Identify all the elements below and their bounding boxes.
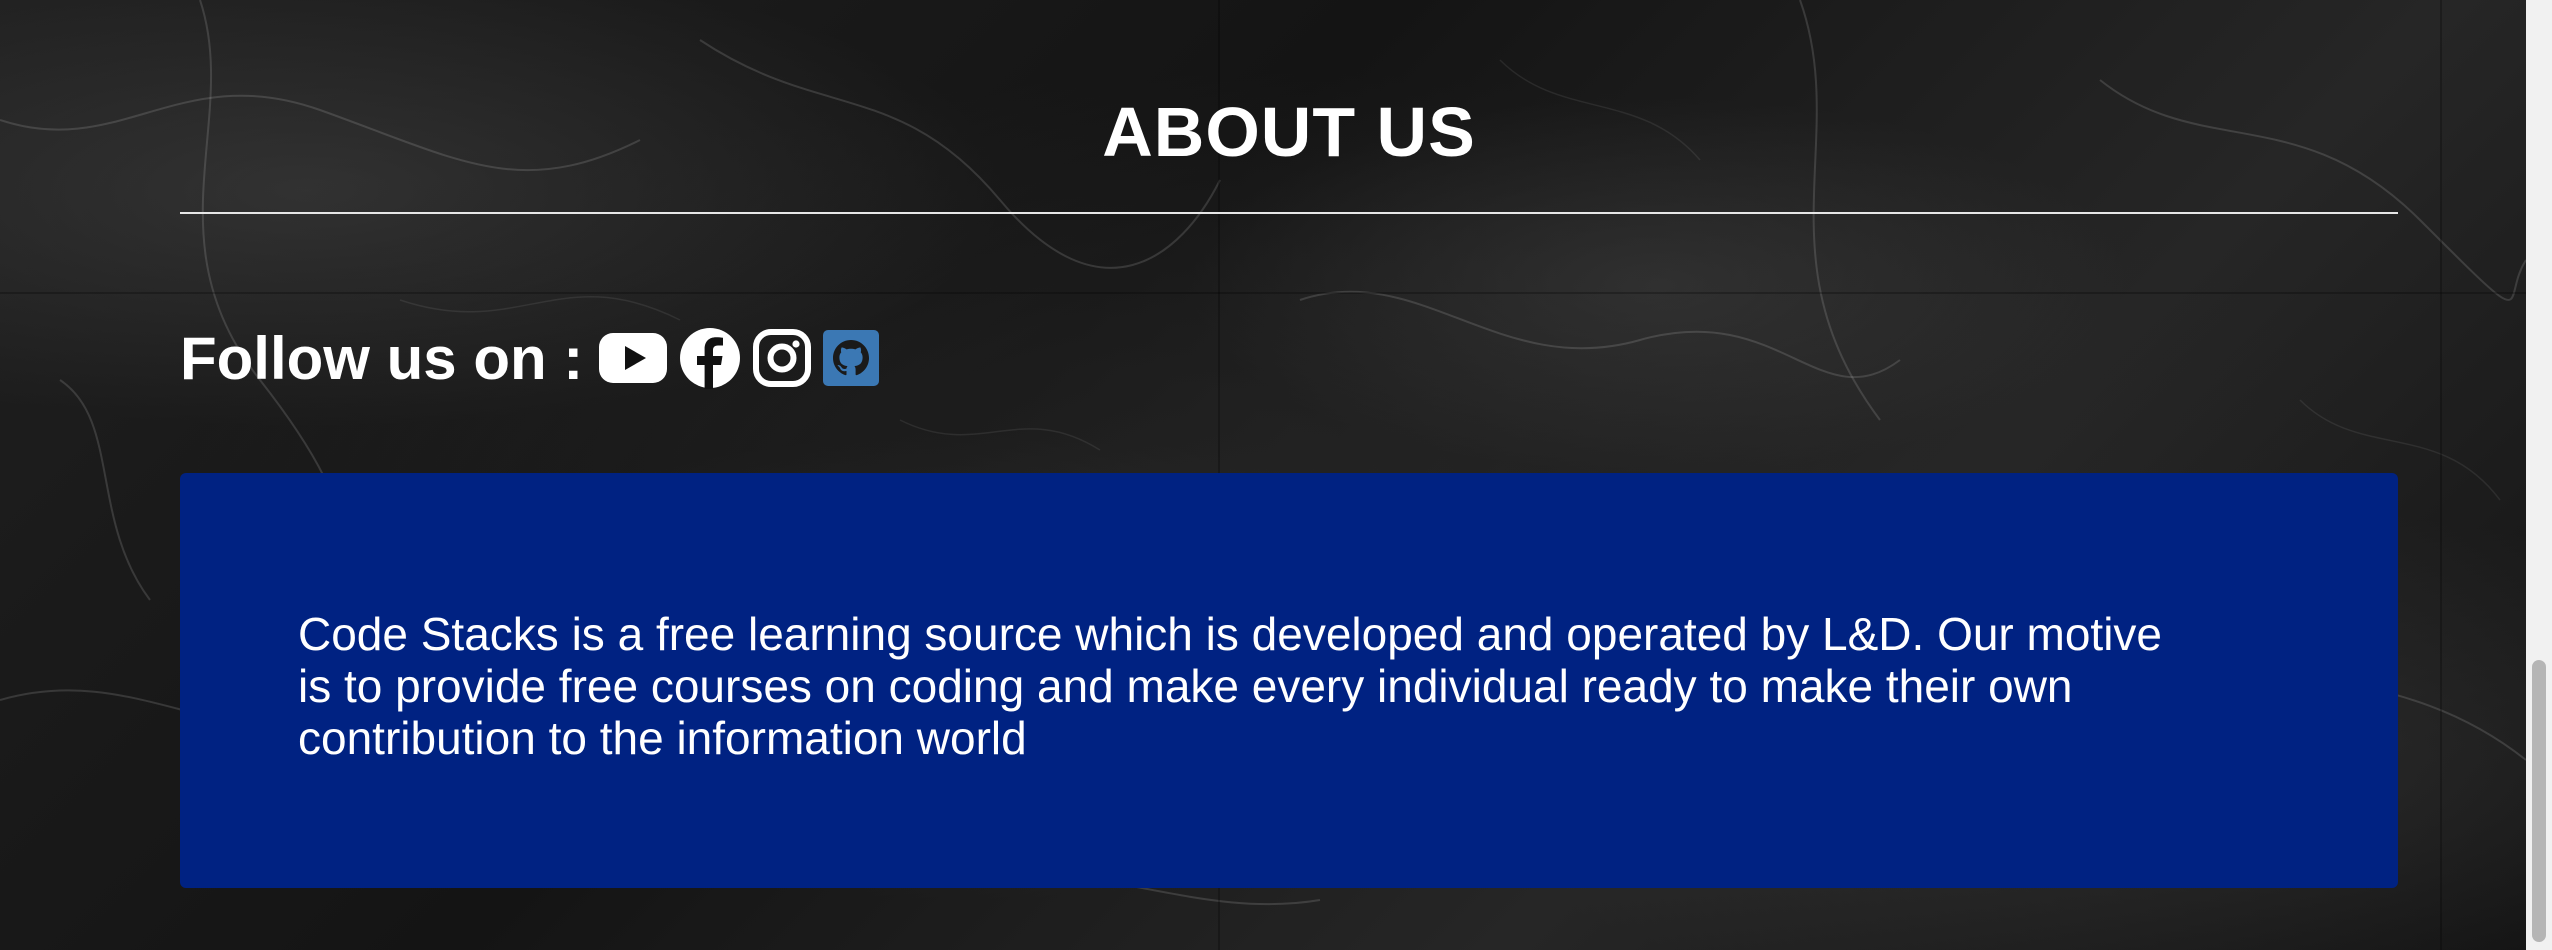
facebook-icon[interactable] (679, 327, 741, 389)
page-title: ABOUT US (1102, 93, 1476, 171)
about-us-section: ABOUT US Follow us on : Code Stacks is a… (0, 0, 2526, 950)
github-icon[interactable] (823, 330, 880, 386)
about-description-card: Code Stacks is a free learning source wh… (180, 473, 2398, 888)
youtube-icon[interactable] (599, 333, 668, 383)
scrollbar-thumb[interactable] (2532, 660, 2546, 942)
title-divider (180, 212, 2398, 214)
follow-us-label: Follow us on : (180, 324, 584, 392)
page-scrollbar[interactable] (2526, 0, 2552, 950)
follow-us-row: Follow us on : (180, 322, 891, 394)
about-description-text: Code Stacks is a free learning source wh… (298, 608, 2163, 764)
instagram-icon[interactable] (753, 329, 812, 387)
